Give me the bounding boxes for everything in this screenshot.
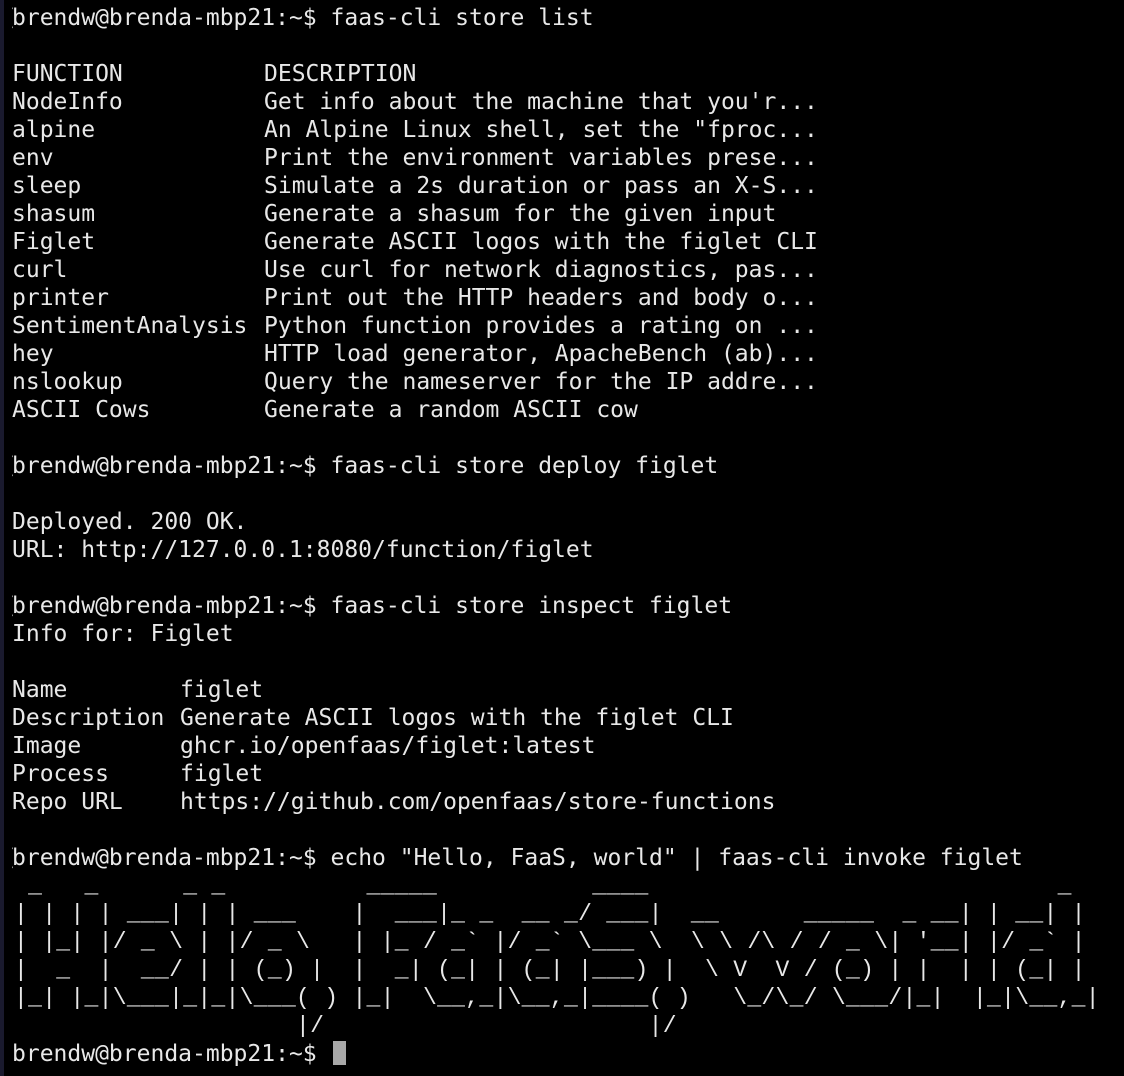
figlet-ascii-output: _ _ _ _ _____ ____ _ _ | | | | ___| | | … xyxy=(14,873,1100,1039)
function-name: Figlet xyxy=(12,229,96,255)
shell-prompt: brendw@brenda-mbp21:~$ xyxy=(12,5,317,31)
window-left-edge xyxy=(0,0,4,1076)
function-name: curl xyxy=(12,257,68,283)
command-text: echo "Hello, FaaS, world" | faas-cli inv… xyxy=(330,845,1023,871)
shell-prompt: brendw@brenda-mbp21:~$ xyxy=(12,845,317,871)
store-list-row: Figlet Generate ASCII logos with the figl… xyxy=(12,228,1124,256)
inspect-field-row: Name figlet xyxy=(12,676,1124,704)
function-description: Print out the HTTP headers and body o... xyxy=(264,285,818,311)
function-description: HTTP load generator, ApacheBench (ab)... xyxy=(264,341,818,367)
shell-prompt: brendw@brenda-mbp21:~$ xyxy=(12,593,317,619)
function-name: SentimentAnalysis xyxy=(12,313,248,339)
field-key: Repo URL xyxy=(12,789,123,815)
function-name: printer xyxy=(12,285,109,311)
store-list-row: NodeInfo Get info about the machine that … xyxy=(12,88,1124,116)
function-description: Print the environment variables prese... xyxy=(264,145,818,171)
field-value: figlet xyxy=(180,761,264,787)
store-list-header: FUNCTION DESCRIPTION xyxy=(12,60,1124,88)
function-description: An Alpine Linux shell, set the "fproc... xyxy=(264,117,818,143)
function-name: sleep xyxy=(12,173,82,199)
text-cursor xyxy=(332,1041,346,1065)
field-key: Process xyxy=(12,761,109,787)
function-description: Get info about the machine that you'r... xyxy=(264,89,818,115)
field-value: https://github.com/openfaas/store-functi… xyxy=(180,789,776,815)
inspect-field-row: Image ghcr.io/openfaas/figlet:latest xyxy=(12,732,1124,760)
prompt-bracket-mark: [ xyxy=(12,592,17,620)
function-name: nslookup xyxy=(12,369,123,395)
store-list-row: curl Use curl for network diagnostics, pa… xyxy=(12,256,1124,284)
column-header-function: FUNCTION xyxy=(12,61,123,87)
prompt-bracket-mark: [ xyxy=(12,452,17,480)
inspect-field-row: Repo URL https://github.com/openfaas/stor… xyxy=(12,788,1124,816)
shell-prompt: brendw@brenda-mbp21:~$ xyxy=(12,453,317,479)
command-line-invoke: [brendw@brenda-mbp21:~$ echo "Hello, Faa… xyxy=(12,844,1124,872)
function-description: Generate a shasum for the given input xyxy=(264,201,777,227)
function-description: Generate a random ASCII cow xyxy=(264,397,638,423)
prompt-bracket-mark: [ xyxy=(12,844,17,872)
function-name: env xyxy=(12,145,54,171)
field-value: figlet xyxy=(180,677,264,703)
function-name: alpine xyxy=(12,117,96,143)
store-list-row: ASCII Cows Generate a random ASCII cow xyxy=(12,396,1124,424)
field-value: ghcr.io/openfaas/figlet:latest xyxy=(180,733,596,759)
command-line-store-list: [brendw@brenda-mbp21:~$ faas-cli store l… xyxy=(12,4,1124,32)
current-prompt-line[interactable]: brendw@brenda-mbp21:~$ xyxy=(12,1040,1124,1068)
inspect-info-header: Info for: Figlet xyxy=(12,621,234,647)
store-list-row: nslookup Query the nameserver for the IP … xyxy=(12,368,1124,396)
function-name: ASCII Cows xyxy=(12,397,151,423)
field-key: Name xyxy=(12,677,68,703)
command-line-store-inspect: [brendw@brenda-mbp21:~$ faas-cli store i… xyxy=(12,592,1124,620)
deploy-url: URL: http://127.0.0.1:8080/function/figl… xyxy=(12,537,594,563)
function-description: Python function provides a rating on ... xyxy=(264,313,818,339)
function-name: hey xyxy=(12,341,54,367)
field-key: Image xyxy=(12,733,82,759)
store-list-row: sleep Simulate a 2s duration or pass an X… xyxy=(12,172,1124,200)
column-header-description: DESCRIPTION xyxy=(264,61,417,87)
function-description: Query the nameserver for the IP addre... xyxy=(264,369,818,395)
shell-prompt: brendw@brenda-mbp21:~$ xyxy=(12,1041,317,1067)
store-list-row: alpine An Alpine Linux shell, set the "fp… xyxy=(12,116,1124,144)
inspect-field-row: Process figlet xyxy=(12,760,1124,788)
function-description: Generate ASCII logos with the figlet CLI xyxy=(264,229,818,255)
command-text: faas-cli store inspect figlet xyxy=(330,593,733,619)
function-description: Simulate a 2s duration or pass an X-S... xyxy=(264,173,818,199)
function-name: shasum xyxy=(12,201,96,227)
command-text: faas-cli store list xyxy=(330,5,594,31)
store-list-row: hey HTTP load generator, ApacheBench (ab)… xyxy=(12,340,1124,368)
field-key: Description xyxy=(12,705,165,731)
command-text: faas-cli store deploy figlet xyxy=(330,453,719,479)
store-list-row: SentimentAnalysis Python function provide… xyxy=(12,312,1124,340)
command-line-store-deploy: [brendw@brenda-mbp21:~$ faas-cli store d… xyxy=(12,452,1124,480)
function-name: NodeInfo xyxy=(12,89,123,115)
field-value: Generate ASCII logos with the figlet CLI xyxy=(180,705,734,731)
store-list-row: printer Print out the HTTP headers and bo… xyxy=(12,284,1124,312)
store-list-row: shasum Generate a shasum for the given in… xyxy=(12,200,1124,228)
function-description: Use curl for network diagnostics, pas... xyxy=(264,257,818,283)
store-list-row: env Print the environment variables prese… xyxy=(12,144,1124,172)
terminal-window[interactable]: [brendw@brenda-mbp21:~$ faas-cli store l… xyxy=(0,0,1124,1076)
inspect-field-row: Description Generate ASCII logos with the… xyxy=(12,704,1124,732)
deploy-status: Deployed. 200 OK. xyxy=(12,509,248,535)
prompt-bracket-mark: [ xyxy=(12,4,17,32)
